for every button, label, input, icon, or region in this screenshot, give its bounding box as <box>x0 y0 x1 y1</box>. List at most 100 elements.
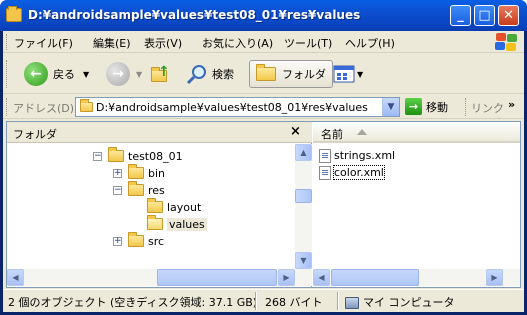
status-size: 268 バイト <box>265 296 323 309</box>
address-label: アドレス(D) <box>13 102 75 115</box>
chevron-right-icon[interactable]: » <box>508 98 515 111</box>
menu-tools[interactable]: ツール(T) <box>284 35 332 51</box>
maximize-button[interactable]: □ <box>474 5 495 26</box>
menu-help[interactable]: ヘルプ(H) <box>345 35 395 51</box>
file-name: strings.xml <box>334 149 396 162</box>
folder-icon <box>128 164 144 179</box>
folder-pane-header: フォルダ × <box>7 122 312 143</box>
scroll-right-icon[interactable]: ▶ <box>486 269 503 286</box>
up-folder-icon: ↑ <box>149 64 171 84</box>
xml-file-icon <box>319 148 331 163</box>
status-divider <box>255 292 257 310</box>
links-grip[interactable] <box>465 98 468 116</box>
views-dropdown-icon[interactable]: ▼ <box>357 70 363 79</box>
scroll-down-icon[interactable]: ▼ <box>295 252 312 269</box>
views-button[interactable]: ▼ <box>333 60 363 88</box>
search-label: 検索 <box>212 68 234 81</box>
folders-button[interactable]: フォルダ <box>249 60 333 88</box>
content-area: フォルダ × − test08_01 + bin − res layout va… <box>6 121 521 288</box>
links-label[interactable]: リンク <box>471 100 504 116</box>
folder-pane: フォルダ × − test08_01 + bin − res layout va… <box>7 122 312 287</box>
scroll-right-icon[interactable]: ▶ <box>278 269 295 286</box>
folder-icon <box>128 232 144 247</box>
sort-ascending-icon <box>357 129 367 135</box>
back-dropdown-icon[interactable]: ▼ <box>83 70 89 79</box>
menu-view[interactable]: 表示(V) <box>144 35 182 51</box>
collapse-icon[interactable]: − <box>113 185 122 195</box>
menu-favorites[interactable]: お気に入り(A) <box>202 35 273 51</box>
menu-grip[interactable] <box>6 34 9 50</box>
file-name: color.xml <box>333 165 385 180</box>
title-bar[interactable]: D:¥androidsample¥values¥test08_01¥res¥va… <box>0 0 527 31</box>
file-list-pane: 名前 strings.xml color.xml ◀ ▶ <box>313 122 520 287</box>
my-computer-icon <box>345 297 359 309</box>
close-button[interactable]: ✕ <box>498 5 519 26</box>
window-client: ファイル(F) 編集(E) 表示(V) お気に入り(A) ツール(T) ヘルプ(… <box>3 31 524 312</box>
toolbar-grip[interactable] <box>6 60 9 88</box>
window-title: D:¥androidsample¥values¥test08_01¥res¥va… <box>28 8 361 22</box>
column-header-name[interactable]: 名前 <box>313 122 520 143</box>
standard-toolbar: ← 戻る ▼ → ▼ ↑ 検索 フォルダ ▼ <box>3 54 524 94</box>
views-icon <box>333 65 355 83</box>
status-object-count: 2 個のオブジェクト (空きディスク領域: 37.1 GB) <box>8 296 258 309</box>
back-button[interactable]: ← 戻る ▼ <box>24 60 89 88</box>
status-location: マイ コンピュータ <box>345 294 455 310</box>
menu-file[interactable]: ファイル(F) <box>14 35 73 51</box>
minimize-button[interactable]: _ <box>450 5 471 26</box>
tree-node-src[interactable]: + src <box>113 232 164 250</box>
back-arrow-icon: ← <box>24 62 48 86</box>
forward-arrow-icon: → <box>106 62 130 86</box>
address-text: D:¥androidsample¥values¥test08_01¥res¥va… <box>96 101 368 114</box>
file-horizontal-scrollbar[interactable]: ◀ ▶ <box>313 269 520 286</box>
folder-vertical-scrollbar[interactable]: ▲ ▼ <box>295 144 312 269</box>
expand-icon[interactable]: + <box>113 168 122 178</box>
menu-edit[interactable]: 編集(E) <box>93 35 131 51</box>
tree-label: res <box>148 183 165 197</box>
xml-file-icon <box>319 165 331 180</box>
explorer-window: D:¥androidsample¥values¥test08_01¥res¥va… <box>0 0 527 315</box>
scroll-thumb[interactable] <box>331 269 419 286</box>
search-button[interactable]: 検索 <box>186 60 234 88</box>
scroll-left-icon[interactable]: ◀ <box>7 269 24 286</box>
scroll-left-icon[interactable]: ◀ <box>313 269 330 286</box>
status-bar: 2 個のオブジェクト (空きディスク領域: 37.1 GB) 268 バイト マ… <box>3 289 524 311</box>
tree-label: layout <box>167 200 202 214</box>
tree-node-values[interactable]: values <box>147 215 207 233</box>
address-bar: アドレス(D) D:¥androidsample¥values¥test08_0… <box>3 95 524 119</box>
windows-logo-icon <box>494 33 518 51</box>
search-icon <box>186 65 206 85</box>
forward-button[interactable]: → ▼ <box>106 60 142 88</box>
folder-tree: − test08_01 + bin − res layout values + … <box>7 144 295 269</box>
go-button[interactable]: → 移動 <box>405 98 448 115</box>
tree-node-res[interactable]: − res <box>113 181 165 199</box>
address-input[interactable]: D:¥androidsample¥values¥test08_01¥res¥va… <box>75 97 400 117</box>
back-label: 戻る <box>53 68 75 81</box>
go-arrow-icon: → <box>405 98 422 115</box>
address-dropdown-button[interactable]: ▼ <box>382 98 399 116</box>
scroll-thumb[interactable] <box>295 189 312 203</box>
up-folder-button[interactable]: ↑ <box>149 60 171 88</box>
scroll-up-icon[interactable]: ▲ <box>295 144 312 161</box>
tree-node-test08-01[interactable]: − test08_01 <box>93 147 183 165</box>
file-item[interactable]: strings.xml <box>319 147 395 164</box>
address-grip[interactable] <box>6 98 9 116</box>
folder-pane-close-button[interactable]: × <box>290 124 301 139</box>
open-folder-icon <box>147 215 163 230</box>
address-folder-icon <box>80 99 93 112</box>
forward-dropdown-icon[interactable]: ▼ <box>136 70 142 79</box>
tree-node-layout[interactable]: layout <box>147 198 201 216</box>
collapse-icon[interactable]: − <box>93 151 102 161</box>
scroll-thumb[interactable] <box>157 269 277 286</box>
column-name-label: 名前 <box>321 128 343 141</box>
tree-node-bin[interactable]: + bin <box>113 164 165 182</box>
tree-label: src <box>148 234 165 248</box>
tree-label: test08_01 <box>128 149 183 163</box>
folders-label: フォルダ <box>282 68 326 81</box>
tree-label: bin <box>148 166 166 180</box>
expand-icon[interactable]: + <box>113 236 122 246</box>
folder-icon <box>147 198 163 213</box>
folder-icon <box>6 6 22 22</box>
folder-horizontal-scrollbar[interactable]: ◀ ▶ <box>7 269 312 286</box>
folder-icon <box>128 181 144 196</box>
file-item[interactable]: color.xml <box>319 164 385 181</box>
